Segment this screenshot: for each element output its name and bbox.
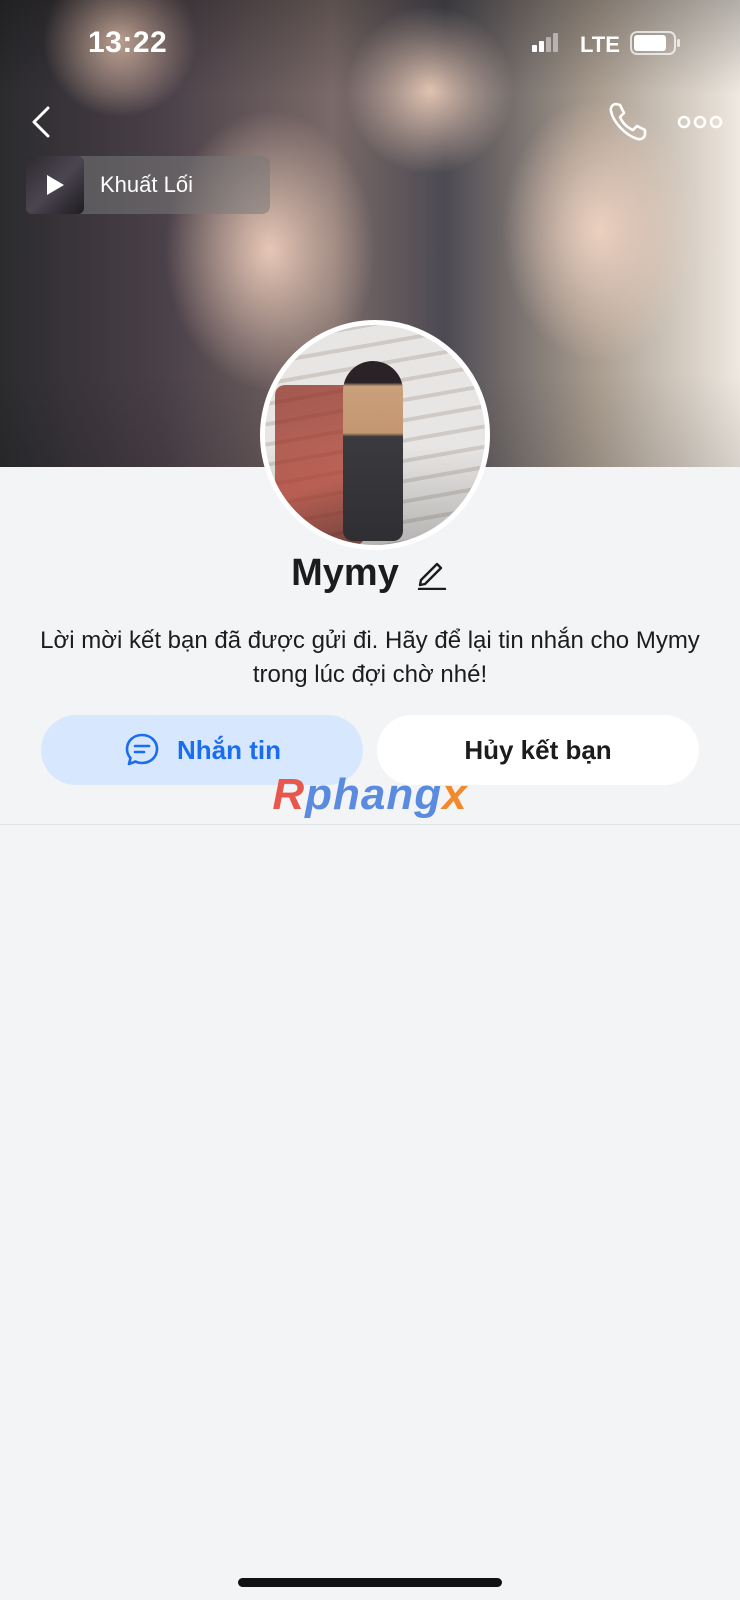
status-bar: 13:22 LTE (0, 0, 740, 90)
profile-name-row: Mymy (0, 548, 740, 598)
music-player[interactable]: Khuất Lối (26, 156, 270, 214)
chevron-left-icon[interactable] (22, 100, 66, 144)
battery-icon (630, 31, 682, 60)
play-icon (47, 175, 64, 195)
music-thumbnail[interactable] (26, 156, 84, 214)
signal-icon (532, 32, 562, 59)
more-horizontal-icon[interactable] (676, 100, 724, 144)
avatar-photo-person (343, 361, 403, 541)
friend-request-notice: Lời mời kết bạn đã được gửi đi. Hãy để l… (40, 627, 700, 688)
music-title: Khuất Lối (100, 172, 193, 197)
home-indicator[interactable] (238, 1578, 502, 1587)
avatar[interactable] (260, 320, 490, 550)
chat-bubble-icon (125, 733, 159, 766)
watermark-part-1: R (272, 770, 306, 819)
section-divider (0, 824, 740, 825)
status-time: 13:22 (88, 26, 168, 59)
profile-name: Mymy (291, 551, 399, 594)
watermark-part-3: x (442, 770, 468, 819)
watermark-logo: Rphangx (0, 770, 740, 820)
unfriend-button-label: Hủy kết bạn (464, 734, 612, 765)
pencil-icon[interactable] (415, 556, 449, 591)
network-type: LTE (580, 32, 620, 57)
phone-icon[interactable] (604, 98, 652, 146)
message-button-label: Nhắn tin (177, 734, 281, 765)
watermark-part-2: phang (305, 770, 443, 819)
